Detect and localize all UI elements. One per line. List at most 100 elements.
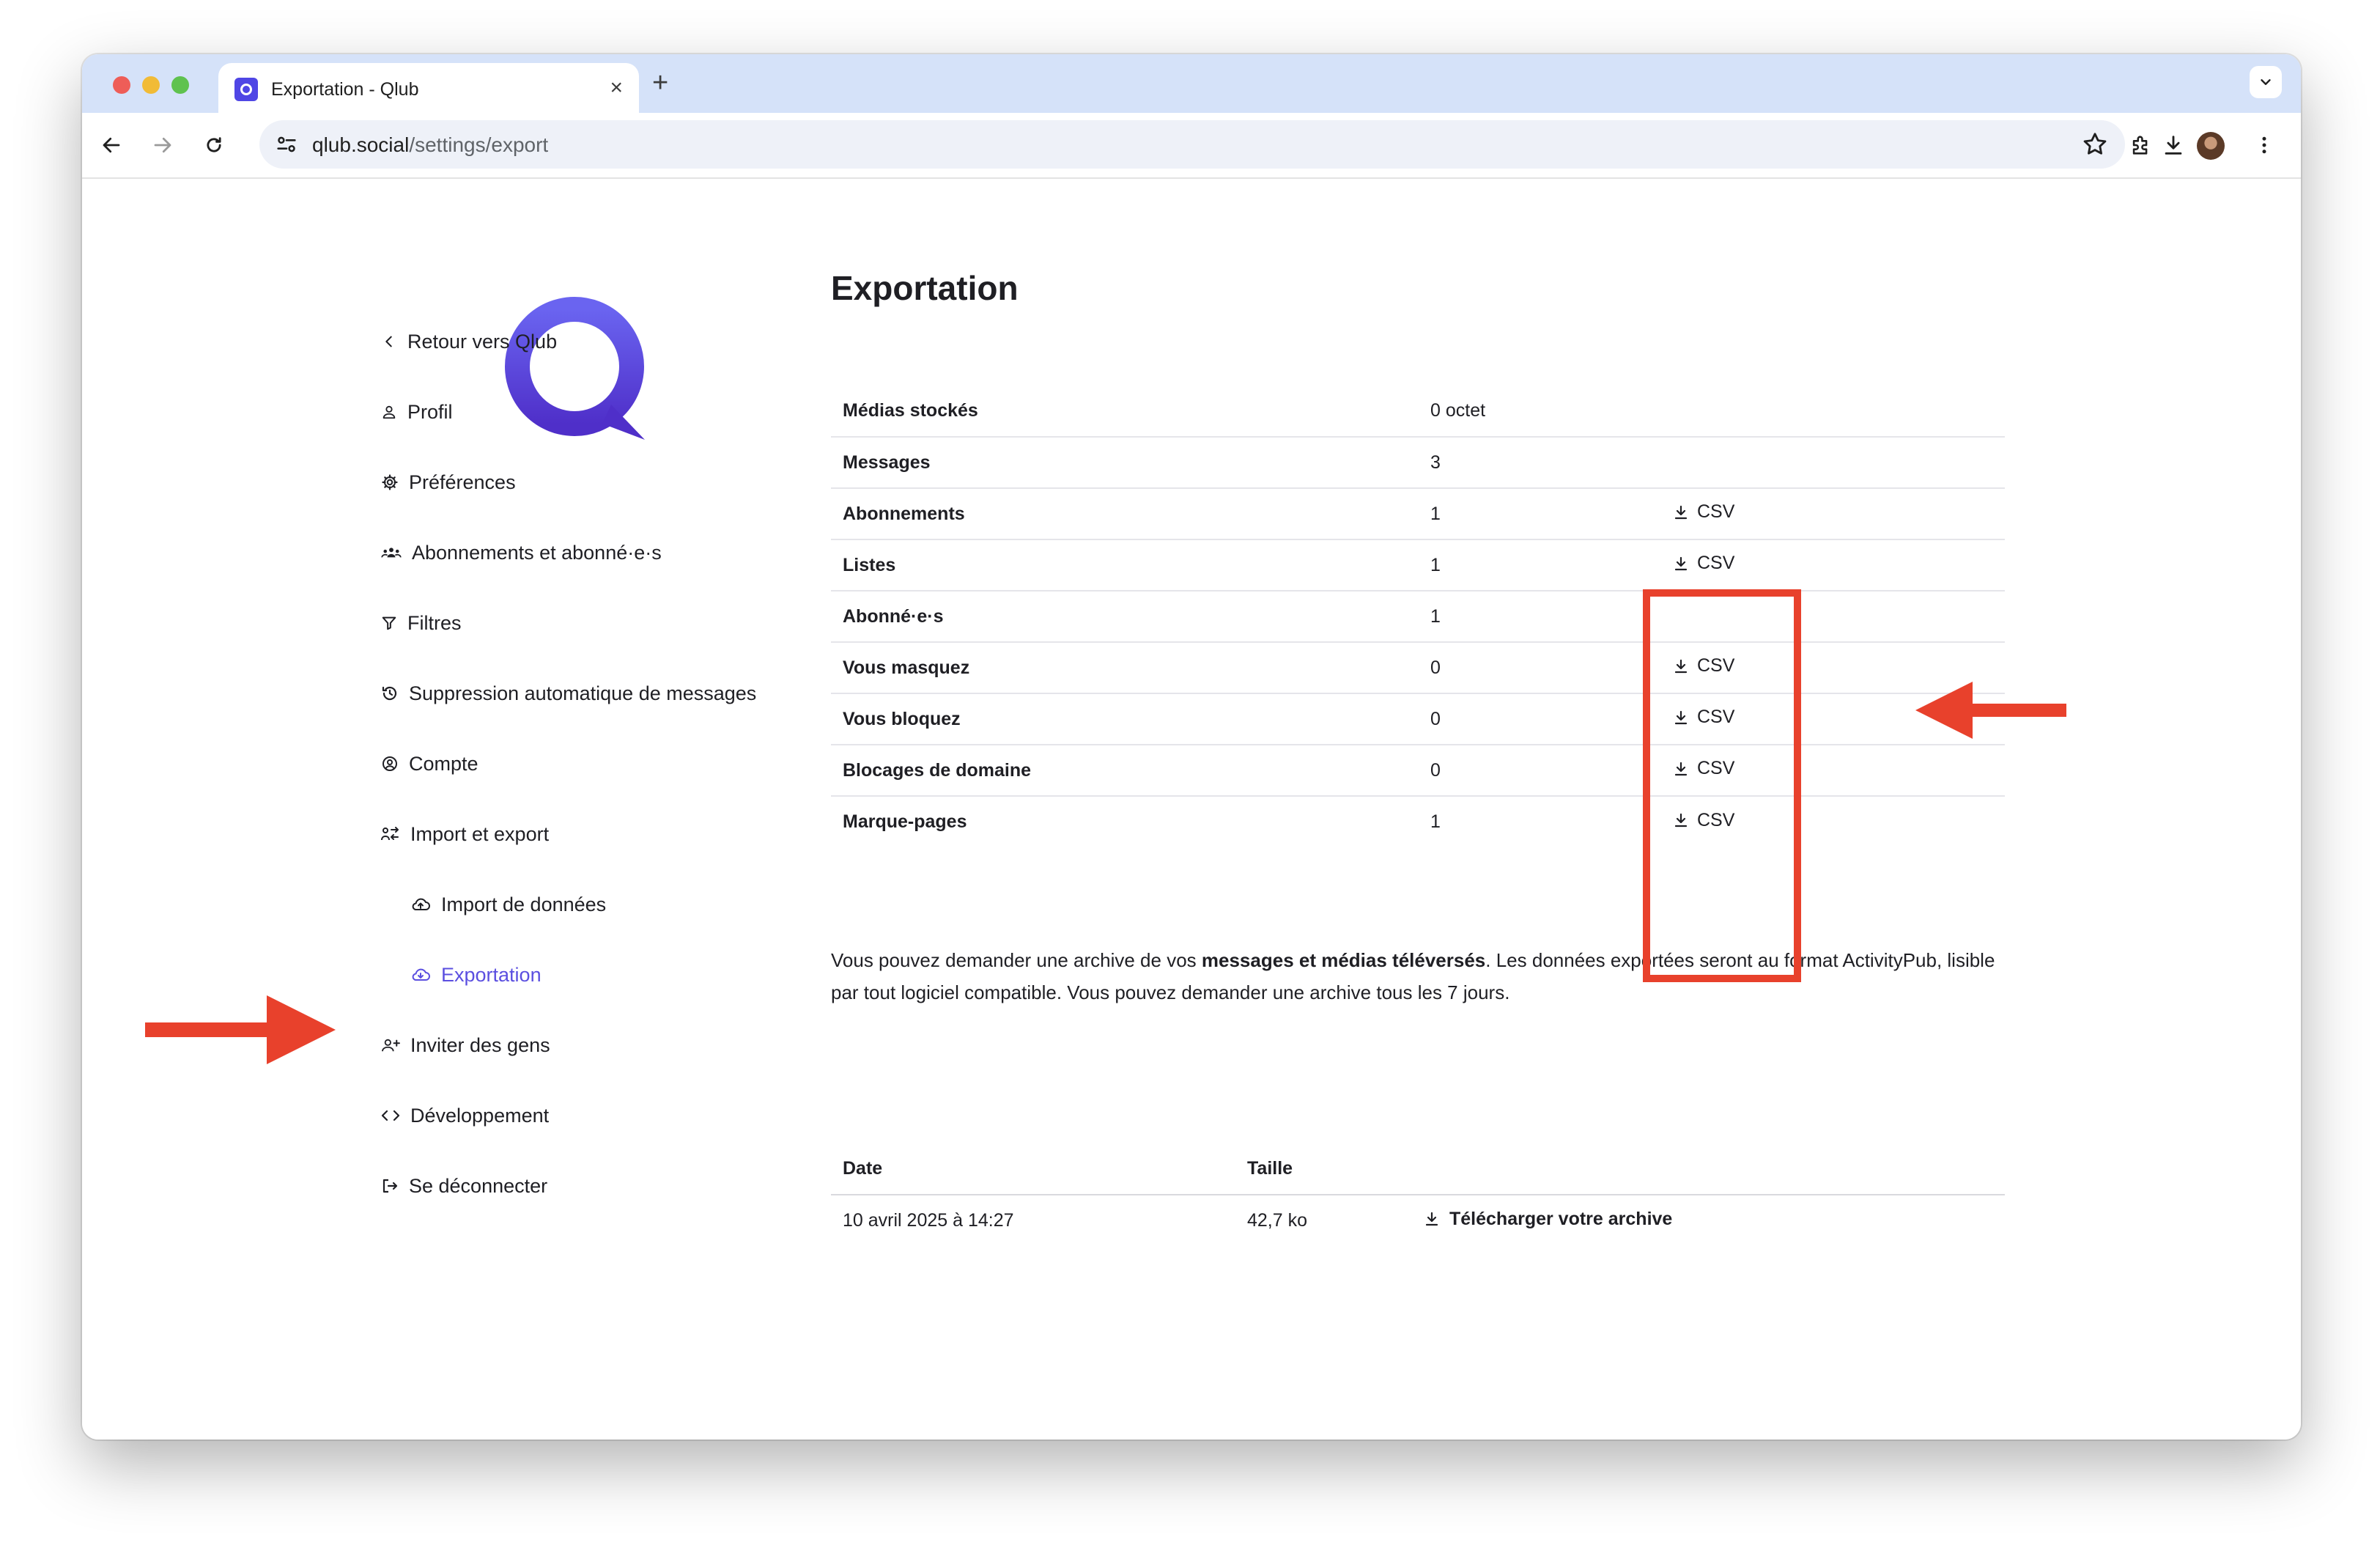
back-icon[interactable]: [97, 130, 126, 160]
sidebar-item-label: Exportation: [441, 963, 542, 986]
stat-value: 0: [1430, 642, 1672, 694]
stat-value: 1: [1430, 591, 1672, 643]
annotation-arrow-right: [145, 995, 336, 1064]
sidebar-item-label: Profil: [407, 400, 453, 423]
stat-action: [1672, 386, 2005, 438]
tab-bar: Exportation - Qlub × +: [82, 54, 2301, 113]
browser-toolbar: qlub.social/settings/export: [82, 113, 2301, 179]
download-icon: [1425, 1212, 1438, 1226]
downloads-icon[interactable]: [2159, 130, 2188, 160]
archive-size: 42,7 ko: [1247, 1210, 1308, 1231]
site-settings-icon[interactable]: [274, 132, 299, 157]
tab-title: Exportation - Qlub: [271, 79, 419, 100]
browser-tab[interactable]: Exportation - Qlub ×: [218, 63, 639, 113]
table-row: Listes 1 CSV: [831, 539, 2005, 591]
sidebar-item-label: Abonnements et abonné·e·s: [412, 541, 662, 564]
sidebar-item-preferences[interactable]: Préférences: [381, 468, 516, 497]
csv-label: CSV: [1697, 553, 1735, 574]
table-row: Vous masquez 0 CSV: [831, 642, 2005, 694]
cloud-download-icon: [412, 968, 430, 981]
sidebar-item-label: Compte: [409, 752, 478, 775]
close-tab-icon[interactable]: ×: [610, 75, 623, 101]
minimize-window-button[interactable]: [142, 76, 160, 94]
download-archive-link[interactable]: Télécharger votre archive: [1423, 1209, 1672, 1230]
close-window-button[interactable]: [113, 76, 130, 94]
sidebar-item-logout[interactable]: Se déconnecter: [381, 1171, 547, 1201]
sidebar-item-label: Se déconnecter: [409, 1174, 548, 1197]
stat-value: 0: [1430, 693, 1672, 745]
sidebar-item-profile[interactable]: Profil: [381, 397, 453, 427]
tab-search-icon[interactable]: [2250, 66, 2282, 98]
logout-icon: [382, 1179, 398, 1193]
table-row: Vous bloquez 0 CSV: [831, 693, 2005, 745]
sidebar-item-label: Préférences: [409, 471, 516, 493]
csv-download-button[interactable]: CSV: [1672, 553, 1734, 574]
stat-label: Messages: [831, 437, 1430, 489]
page-title: Exportation: [831, 269, 1019, 307]
download-icon: [1674, 556, 1688, 570]
export-stats-table: Médias stockés 0 octet Messages 3 Abonnement…: [831, 386, 2005, 847]
description-bold-text: messages et médias téléversés: [1201, 949, 1486, 971]
archive-description: Vous pouvez demander une archive de vos …: [831, 944, 2003, 1009]
user-icon: [382, 405, 396, 419]
maximize-window-button[interactable]: [171, 76, 189, 94]
url-host: qlub.social: [312, 133, 410, 156]
archive-date: 10 avril 2025 à 14:27: [843, 1210, 1014, 1231]
sidebar-item-label: Inviter des gens: [410, 1033, 550, 1056]
sidebar-item-account[interactable]: Compte: [381, 749, 478, 778]
annotation-highlight-box: [1643, 589, 1801, 982]
archive-link-cell: Télécharger votre archive: [1423, 1195, 2005, 1246]
forward-icon[interactable]: [148, 130, 177, 160]
stat-label: Vous masquez: [831, 642, 1430, 694]
column-header-size: Taille: [1247, 1143, 1423, 1195]
table-row: Blocages de domaine 0 CSV: [831, 745, 2005, 797]
sidebar-item-label: Filtres: [407, 611, 462, 634]
code-icon: [381, 1110, 400, 1121]
stat-action: CSV: [1672, 539, 2005, 591]
account-circle-icon: [382, 756, 397, 771]
menu-kebab-icon[interactable]: [2250, 130, 2279, 160]
stat-label: Vous bloquez: [831, 693, 1430, 745]
cloud-upload-icon: [412, 898, 430, 910]
sidebar-item-label: Import de données: [441, 893, 607, 915]
url-text: qlub.social/settings/export: [312, 133, 548, 157]
sidebar-item-import-data[interactable]: Import de données: [410, 890, 606, 919]
description-text: Vous pouvez demander une archive de vos: [831, 949, 1202, 971]
column-header-date: Date: [831, 1143, 1247, 1195]
stat-label: Blocages de domaine: [831, 745, 1430, 797]
chevron-left-icon: [385, 336, 392, 347]
stat-label: Listes: [831, 539, 1430, 591]
stat-value: 1: [1430, 488, 1672, 540]
sidebar-item-import-export[interactable]: Import et export: [381, 819, 549, 849]
stat-value: 0 octet: [1430, 386, 1672, 438]
sidebar-item-invite[interactable]: Inviter des gens: [381, 1031, 550, 1060]
table-row: Abonné·e·s 1: [831, 591, 2005, 643]
import-export-icon: [381, 827, 399, 841]
reload-icon[interactable]: [199, 130, 229, 160]
sidebar-item-auto-delete[interactable]: Suppression automatique de messages: [381, 679, 756, 708]
address-bar[interactable]: qlub.social/settings/export: [259, 120, 2125, 169]
csv-label: CSV: [1697, 501, 1735, 523]
stat-value: 1: [1430, 539, 1672, 591]
qlub-favicon-icon: [234, 78, 258, 101]
sidebar-item-export[interactable]: Exportation: [410, 960, 542, 989]
bookmark-star-icon[interactable]: [2081, 130, 2109, 158]
download-archive-label: Télécharger votre archive: [1449, 1208, 1673, 1229]
filter-icon: [382, 616, 396, 630]
annotation-arrow-left: [1915, 682, 2066, 739]
extensions-icon[interactable]: [2126, 130, 2156, 160]
sidebar-item-development[interactable]: Développement: [381, 1101, 549, 1130]
sidebar-item-label: Suppression automatique de messages: [409, 682, 757, 704]
download-icon: [1674, 505, 1688, 519]
new-tab-icon[interactable]: +: [652, 64, 668, 101]
csv-download-button[interactable]: CSV: [1672, 501, 1734, 523]
sidebar-item-filters[interactable]: Filtres: [381, 608, 462, 638]
sidebar-item-relationships[interactable]: Abonnements et abonné·e·s: [381, 538, 662, 567]
person-add-icon: [382, 1039, 400, 1052]
sidebar-item-back[interactable]: Retour vers Qlub: [381, 327, 557, 356]
sidebar-item-label: Retour vers Qlub: [407, 330, 558, 353]
profile-avatar[interactable]: [2197, 132, 2225, 160]
url-path: /settings/export: [409, 133, 549, 156]
table-row: Messages 3: [831, 437, 2005, 489]
people-icon: [381, 548, 402, 558]
